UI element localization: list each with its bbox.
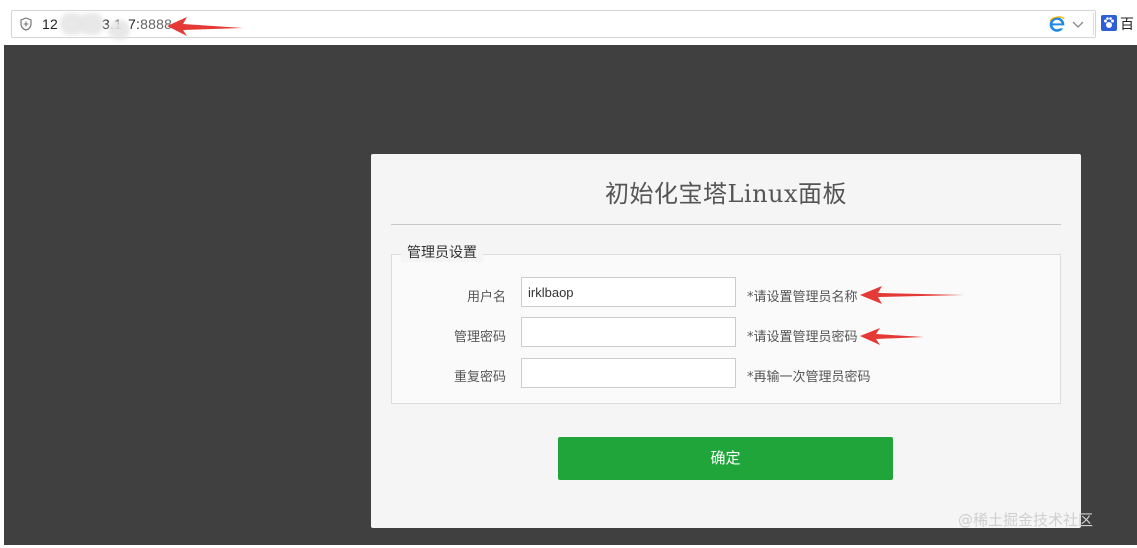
- search-engine-label[interactable]: 百: [1120, 14, 1134, 34]
- title-divider: [391, 224, 1061, 225]
- repeat-password-label: 重复密码: [453, 370, 506, 385]
- init-dialog: 初始化宝塔Linux面板 管理员设置 用户名 *请设置管理员名称 管理密码 *请…: [371, 154, 1081, 528]
- username-hint: *请设置管理员名称: [747, 290, 858, 305]
- annotation-arrow: [167, 17, 243, 36]
- baidu-paw-icon[interactable]: [1101, 15, 1117, 31]
- annotation-arrow: [860, 328, 924, 345]
- redaction-blur: [108, 20, 130, 40]
- admin-settings-legend: 管理员设置: [401, 242, 483, 262]
- password-label: 管理密码: [453, 330, 506, 345]
- dialog-title: 初始化宝塔Linux面板: [604, 180, 848, 208]
- watermark: @稀土掘金技术社区: [958, 511, 1094, 529]
- password-hint: *请设置管理员密码: [747, 330, 858, 345]
- password-input[interactable]: [521, 317, 736, 347]
- shield-icon: [20, 17, 32, 31]
- repeat-password-hint: *再输一次管理员密码: [747, 370, 871, 385]
- toolbar-separator: [1093, 13, 1094, 35]
- confirm-button[interactable]: 确定: [558, 437, 893, 480]
- username-label: 用户名: [466, 290, 506, 305]
- ie-icon[interactable]: [1049, 16, 1065, 32]
- chevron-down-icon[interactable]: [1068, 14, 1088, 34]
- username-input[interactable]: [521, 277, 736, 307]
- annotation-arrow: [860, 286, 964, 304]
- redaction-blur: [78, 13, 104, 35]
- repeat-password-input[interactable]: [521, 358, 736, 388]
